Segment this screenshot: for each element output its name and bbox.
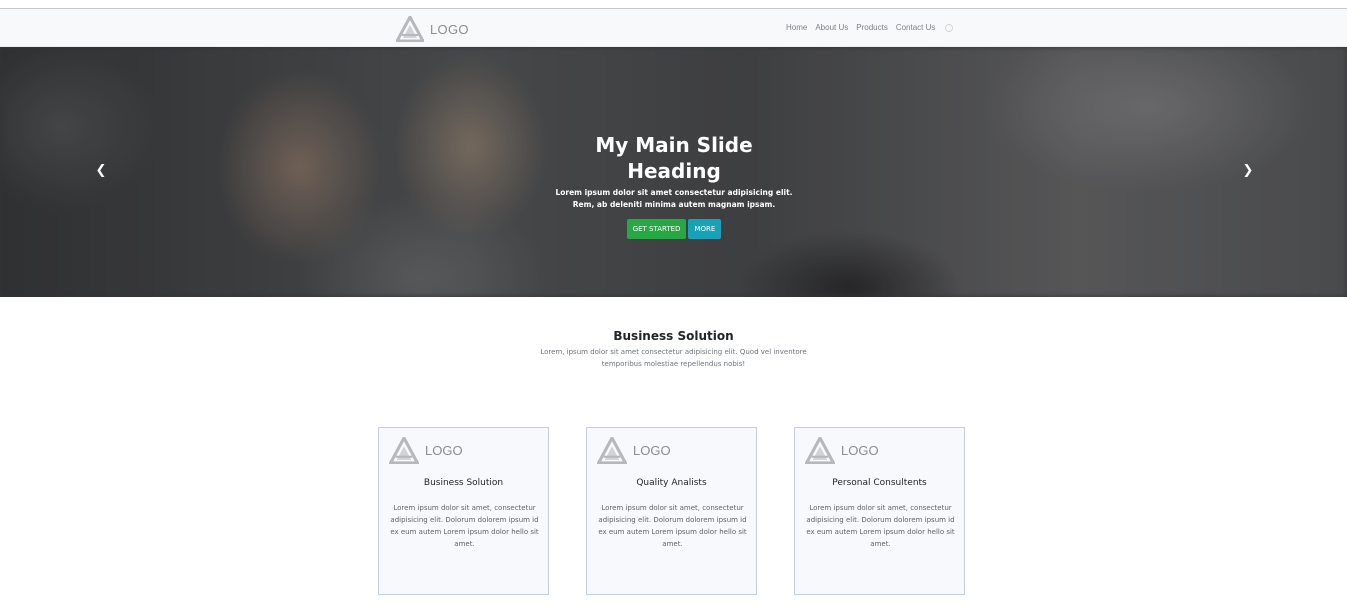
chevron-left-icon[interactable]: ❮ bbox=[94, 163, 108, 179]
card-title: Personal Consultents bbox=[832, 478, 927, 488]
card-text: Lorem ipsum dolor sit amet, consectetur … bbox=[598, 504, 747, 548]
card-logo: LOGO bbox=[805, 437, 879, 464]
more-button[interactable]: MORE bbox=[688, 219, 722, 239]
get-started-button[interactable]: GET STARTED bbox=[626, 219, 687, 239]
card-personal-consultents[interactable]: LOGO Personal Consultents Lorem ipsum do… bbox=[794, 427, 965, 595]
section-title: Business Solution bbox=[613, 329, 734, 343]
hero-caption: My Main Slide Heading Lorem ipsum dolor … bbox=[553, 132, 795, 239]
card-quality-analists[interactable]: LOGO Quality Analists Lorem ipsum dolor … bbox=[586, 427, 757, 595]
card-title: Business Solution bbox=[423, 478, 504, 488]
hero-buttons: GET STARTED MORE bbox=[553, 219, 795, 239]
logo-text: LOGO bbox=[841, 443, 879, 458]
business-solution-section: Business Solution Lorem, ipsum dolor sit… bbox=[0, 328, 1347, 370]
navbar-logo[interactable]: LOGO bbox=[396, 16, 469, 42]
logo-icon bbox=[597, 437, 627, 464]
card-business-solution[interactable]: LOGO Business Solution Lorem ipsum dolor… bbox=[378, 427, 549, 595]
logo-icon bbox=[396, 16, 424, 42]
card-title: Quality Analists bbox=[636, 478, 707, 488]
nav-link-home[interactable]: Home bbox=[786, 23, 807, 32]
search-icon[interactable] bbox=[945, 23, 954, 32]
card-text: Lorem ipsum dolor sit amet, consectetur … bbox=[806, 504, 955, 548]
nav-links: Home About Us Products Contact Us bbox=[786, 23, 954, 32]
navbar: LOGO Home About Us Products Contact Us bbox=[0, 9, 1347, 47]
nav-link-contact-us[interactable]: Contact Us bbox=[896, 23, 936, 32]
card-text: Lorem ipsum dolor sit amet, consectetur … bbox=[390, 504, 539, 548]
chevron-right-icon[interactable]: ❯ bbox=[1241, 163, 1255, 179]
logo-text: LOGO bbox=[425, 443, 463, 458]
cards-row: LOGO Business Solution Lorem ipsum dolor… bbox=[378, 427, 965, 595]
nav-link-products[interactable]: Products bbox=[856, 23, 888, 32]
section-text: Lorem, ipsum dolor sit amet consectetur … bbox=[540, 348, 807, 368]
card-logo: LOGO bbox=[597, 437, 671, 464]
logo-icon bbox=[805, 437, 835, 464]
hero-carousel: ❮ ❯ My Main Slide Heading Lorem ipsum do… bbox=[0, 47, 1347, 297]
logo-text: LOGO bbox=[633, 443, 671, 458]
hero-text: Lorem ipsum dolor sit amet consectetur a… bbox=[555, 188, 793, 209]
logo-text: LOGO bbox=[430, 21, 469, 37]
hero-title: My Main Slide Heading bbox=[595, 133, 753, 183]
top-border bbox=[0, 0, 1347, 9]
logo-icon bbox=[389, 437, 419, 464]
nav-link-about-us[interactable]: About Us bbox=[815, 23, 848, 32]
card-logo: LOGO bbox=[389, 437, 463, 464]
